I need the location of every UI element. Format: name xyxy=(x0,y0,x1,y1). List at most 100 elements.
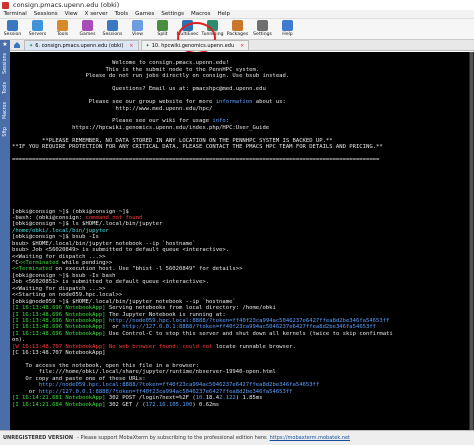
menu-x-server[interactable]: X server xyxy=(81,11,111,17)
terminal-text: [obki@consign ~]$ bsub -Is bash xyxy=(12,272,116,279)
terminal-text: Please do not run jobs directly on consi… xyxy=(12,73,290,80)
terminal-text: <<Waiting for dispatch ...>> xyxy=(12,285,106,292)
toolbar-sessions-button[interactable]: Sessions xyxy=(100,19,125,37)
toolbar-help-button[interactable]: Help xyxy=(275,19,300,37)
menu-tools[interactable]: Tools xyxy=(111,11,132,17)
terminal-text: : xyxy=(225,118,230,125)
help-icon xyxy=(282,20,293,31)
terminal-text: **IF YOU REQUIRE PROTECTION FOR ANY CRIT… xyxy=(12,144,383,151)
sidebar-star-icon[interactable]: ★ xyxy=(0,40,10,49)
terminal-text: <<Waiting for dispatch ...>> xyxy=(12,253,106,260)
servers-icon xyxy=(32,20,43,31)
terminal-text: https://hpcwiki.genomics.upenn.edu/index… xyxy=(12,124,270,131)
terminal-scrollbar[interactable] xyxy=(469,52,474,430)
toolbar-settings-button[interactable]: Settings xyxy=(250,19,275,37)
toolbar-label: Split xyxy=(157,32,168,37)
session-tab-strip: ✦ 6. consign.pmacs.upenn.edu (obki) × ✦ 10. … xyxy=(10,40,474,51)
terminal-text: [I 16:13:48.696 NotebookApp] xyxy=(12,324,106,331)
terminal-text: or xyxy=(12,388,39,395)
menu-sessions[interactable]: Sessions xyxy=(30,11,61,17)
terminal-text: http://node059.hpc.local:8888/?token=ff4… xyxy=(108,317,390,324)
settings-icon xyxy=(257,20,268,31)
terminal-text: To access the notebook, open this file i… xyxy=(12,363,200,369)
terminal-text: [I 16:14:21.681 NotebookApp] xyxy=(12,395,106,402)
terminal-text: 18.4 xyxy=(205,395,220,402)
tools-icon xyxy=(57,20,68,31)
terminal-text: This is the submit node to the PennHPC s… xyxy=(12,66,260,73)
home-tab-icon[interactable] xyxy=(10,40,24,50)
terminal-text: http://127.0.0.1:8888/?token=ff40f23ca99… xyxy=(122,324,377,331)
status-bar: UNREGISTERED VERSION - Please support Mo… xyxy=(0,430,474,445)
menu-terminal[interactable]: Terminal xyxy=(0,11,30,17)
terminal-text: information xyxy=(215,99,253,106)
terminal-text: [I 16:14:21.684 NotebookApp] xyxy=(12,401,106,408)
menu-bar: Terminal Sessions View X server Tools Games Se… xyxy=(0,10,474,19)
toolbar-label: Packages xyxy=(226,32,249,37)
terminal-text: Use Control-C to stop this server and sh… xyxy=(105,330,393,337)
menu-games[interactable]: Games xyxy=(132,11,158,17)
tab-close-icon[interactable]: × xyxy=(129,43,133,49)
terminal-text: <<Starting on node059.hpc.local>> xyxy=(12,292,123,299)
support-link[interactable]: https://mobaxterm.mobatek.net xyxy=(270,435,350,441)
toolbar-split-button[interactable]: Split xyxy=(150,19,175,37)
sidebar-tab-tools[interactable]: Tools xyxy=(3,82,8,94)
sidebar-tab-sftp[interactable]: Sftp xyxy=(3,127,8,137)
toolbar-label: Settings xyxy=(253,32,272,37)
terminal-text: [I 16:13:48.696 NotebookApp] xyxy=(12,305,106,312)
terminal-text: ) 0.62ms xyxy=(192,401,220,408)
terminal-text: Serving notebooks from local directory: … xyxy=(105,305,276,312)
terminal-text: [obki@consign ~]$ ls $HOME/.local/bin/ju… xyxy=(12,221,163,228)
terminal-text: -bash: (obki@consign: xyxy=(12,214,86,221)
terminal-text: 302 GET / ( xyxy=(105,401,146,408)
toolbar-games-button[interactable]: Games xyxy=(75,19,100,37)
session-tab[interactable]: ✦ 10. hpcwiki.genomics.upenn.edu × xyxy=(140,40,250,50)
session-tab[interactable]: ✦ 6. consign.pmacs.upenn.edu (obki) × xyxy=(24,40,139,50)
terminal-text: [I 16:13:48.696 NotebookApp] xyxy=(12,317,106,324)
terminal-text: 10. xyxy=(195,395,206,402)
packages-icon xyxy=(232,20,243,31)
toolbar-view-button[interactable]: View xyxy=(125,19,150,37)
terminal-text: No web browser found: could not xyxy=(105,343,216,350)
terminal-text: http://node059.hpc.local:8888/?token=ff4… xyxy=(38,382,320,389)
menu-macros[interactable]: Macros xyxy=(187,11,214,17)
terminal-text: about us: xyxy=(252,99,286,106)
toolbar-label: Sessions xyxy=(102,32,123,37)
terminal-text: ========================================… xyxy=(12,157,380,163)
scrollbar-thumb[interactable] xyxy=(470,52,473,430)
toolbar-packages-button[interactable]: Packages xyxy=(225,19,250,37)
terminal-text: /home/obki/.local/bin/jupyter xyxy=(12,227,109,234)
menu-view[interactable]: View xyxy=(61,11,81,17)
sidebar-tab-sessions[interactable]: Sessions xyxy=(3,53,8,74)
sidebar-tab-macros[interactable]: Macros xyxy=(3,102,8,119)
terminal-text: Or copy and paste one of these URLs: xyxy=(12,375,146,382)
toolbar-session-button[interactable]: Session xyxy=(0,19,25,37)
terminal-text: bsub> Job <56020849> is submitted to def… xyxy=(12,247,230,254)
terminal-text: <<Terminated xyxy=(18,260,59,266)
terminal-text: on execution host. Use "bhist -l 5602084… xyxy=(52,266,243,273)
tab-session-icon: ✦ xyxy=(145,42,150,49)
toolbar-label: Tools xyxy=(56,32,69,37)
view-icon xyxy=(132,20,143,31)
unregistered-label: UNREGISTERED VERSION xyxy=(3,435,74,441)
toolbar-tools-button[interactable]: Tools xyxy=(50,19,75,37)
menu-settings[interactable]: Settings xyxy=(158,11,188,17)
toolbar-label: Session xyxy=(3,32,22,37)
toolbar: Session Servers Tools Games Sessions View Spli… xyxy=(0,19,474,54)
toolbar-servers-button[interactable]: Servers xyxy=(25,19,50,37)
mobaxterm-app-icon xyxy=(2,1,9,9)
terminal-text: while pending>> xyxy=(58,260,113,266)
terminal-text: [W 16:13:48.707 NotebookApp] xyxy=(12,343,106,350)
window-title: consign.pmacs.upenn.edu (obki) xyxy=(13,1,120,9)
split-icon xyxy=(157,20,168,31)
terminal-text: 302 POST /login?next=%2F ( xyxy=(105,395,196,402)
session-icon xyxy=(7,20,18,31)
menu-help[interactable]: Help xyxy=(214,11,234,17)
tab-close-icon[interactable]: × xyxy=(240,43,244,49)
toolbar-label: View xyxy=(132,32,143,37)
terminal-text: Please see our wiki for usage xyxy=(12,118,213,125)
terminal-text: ^C xyxy=(12,260,19,266)
terminal-output[interactable]: Welcome to consign.pmacs.upenn.edu! This… xyxy=(10,52,474,430)
terminal-text: [I 16:13:48.696 NotebookApp] xyxy=(12,330,106,337)
terminal-text: Welcome to consign.pmacs.upenn.edu! xyxy=(12,60,230,67)
